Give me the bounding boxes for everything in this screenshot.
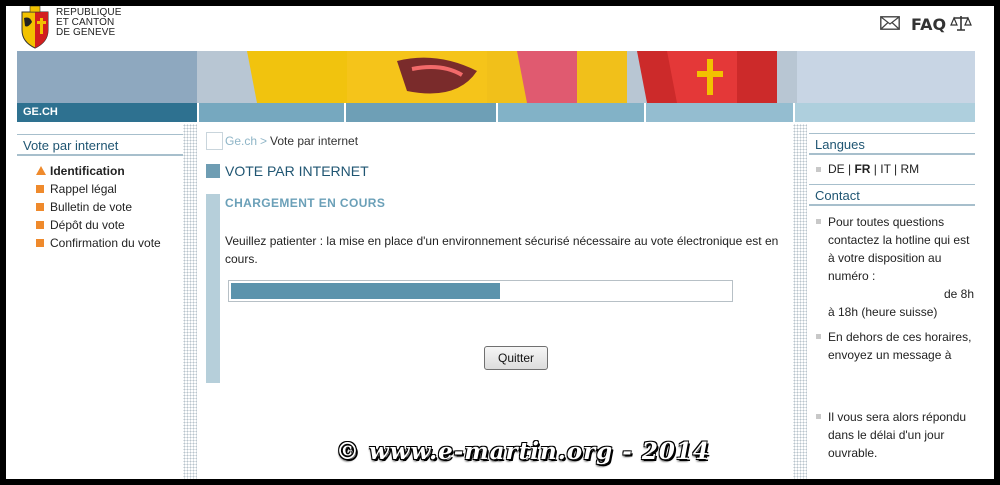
bullet-icon: [816, 167, 821, 172]
org-name: REPUBLIQUE ET CANTON DE GENEVE: [56, 8, 121, 38]
ge-ch-home-tab[interactable]: GE.CH: [17, 103, 197, 122]
breadcrumb: Ge.ch > Vote par internet: [206, 132, 786, 150]
active-triangle-icon: [36, 166, 46, 175]
breadcrumb-current: Vote par internet: [270, 134, 359, 148]
header-banner-image: [17, 51, 975, 103]
lang-de-link[interactable]: DE: [828, 162, 845, 176]
bullet-icon: [36, 239, 44, 247]
bullet-icon: [36, 221, 44, 229]
column-divider: [793, 124, 807, 479]
progress-bar: [228, 280, 733, 302]
contact-reply-text: Il vous sera alors répondu dans le délai…: [816, 408, 978, 462]
contact-hotline-hours-end: à 18h (heure suisse): [828, 305, 938, 319]
lang-fr-link[interactable]: FR: [854, 162, 870, 176]
scale-icon[interactable]: [950, 14, 972, 32]
nav-segment: [346, 103, 496, 122]
loading-title: CHARGEMENT EN COURS: [225, 196, 386, 210]
menu-item-label: Dépôt du vote: [50, 218, 125, 232]
lang-rm-link[interactable]: RM: [901, 162, 920, 176]
bullet-icon: [36, 185, 44, 193]
copyright-watermark: © www.e-martin.org - 2014: [336, 438, 710, 465]
breadcrumb-home-link[interactable]: Ge.ch: [225, 132, 257, 150]
quit-button[interactable]: Quitter: [484, 346, 548, 370]
org-name-line3: DE GENEVE: [56, 27, 116, 38]
language-switcher: DE | FR | IT | RM: [816, 162, 920, 176]
bullet-icon: [816, 334, 821, 339]
nav-segment: [199, 103, 344, 122]
bullet-icon: [816, 219, 821, 224]
geneva-coat-of-arms-logo[interactable]: [18, 6, 52, 50]
menu-item-label: Rappel légal: [50, 182, 117, 196]
loading-message: Veuillez patienter : la mise en place d'…: [225, 234, 779, 266]
lang-separator: |: [844, 162, 855, 176]
contact-title: Contact: [809, 184, 975, 206]
lang-separator: |: [890, 162, 901, 176]
nav-segment: [498, 103, 644, 122]
column-divider: [183, 124, 197, 479]
mail-icon[interactable]: [880, 16, 900, 30]
contact-reply-body: Il vous sera alors répondu dans le délai…: [828, 410, 967, 460]
contact-hotline-text: Pour toutes questions contactez la hotli…: [816, 213, 978, 321]
progress-bar-fill: [231, 283, 500, 299]
nav-segment: [646, 103, 793, 122]
title-square-icon: [206, 164, 220, 178]
menu-item-label: Identification: [50, 164, 125, 178]
left-menu-title: Vote par internet: [17, 134, 183, 156]
bullet-icon: [816, 414, 821, 419]
languages-title: Langues: [809, 133, 975, 155]
bullet-icon: [36, 203, 44, 211]
content-side-bar: [206, 194, 220, 383]
contact-message-text: En dehors de ces horaires, envoyez un me…: [816, 328, 978, 364]
page-frame: REPUBLIQUE ET CANTON DE GENEVE FAQ GE.CH: [6, 6, 994, 479]
breadcrumb-separator: >: [260, 134, 268, 148]
breadcrumb-box-icon: [206, 132, 223, 150]
contact-hotline-hours-start: de 8h: [943, 287, 974, 301]
contact-message-body: En dehors de ces horaires, envoyez un me…: [828, 330, 972, 362]
contact-hotline-intro: Pour toutes questions contactez la hotli…: [828, 215, 970, 283]
menu-item-label: Bulletin de vote: [50, 200, 133, 214]
lang-it-link[interactable]: IT: [880, 162, 890, 176]
menu-item-label: Confirmation du vote: [50, 236, 161, 250]
lang-separator: |: [870, 162, 881, 176]
faq-link[interactable]: FAQ: [911, 15, 946, 34]
nav-segment: [795, 103, 975, 122]
page-title-text: VOTE PAR INTERNET: [225, 163, 369, 179]
